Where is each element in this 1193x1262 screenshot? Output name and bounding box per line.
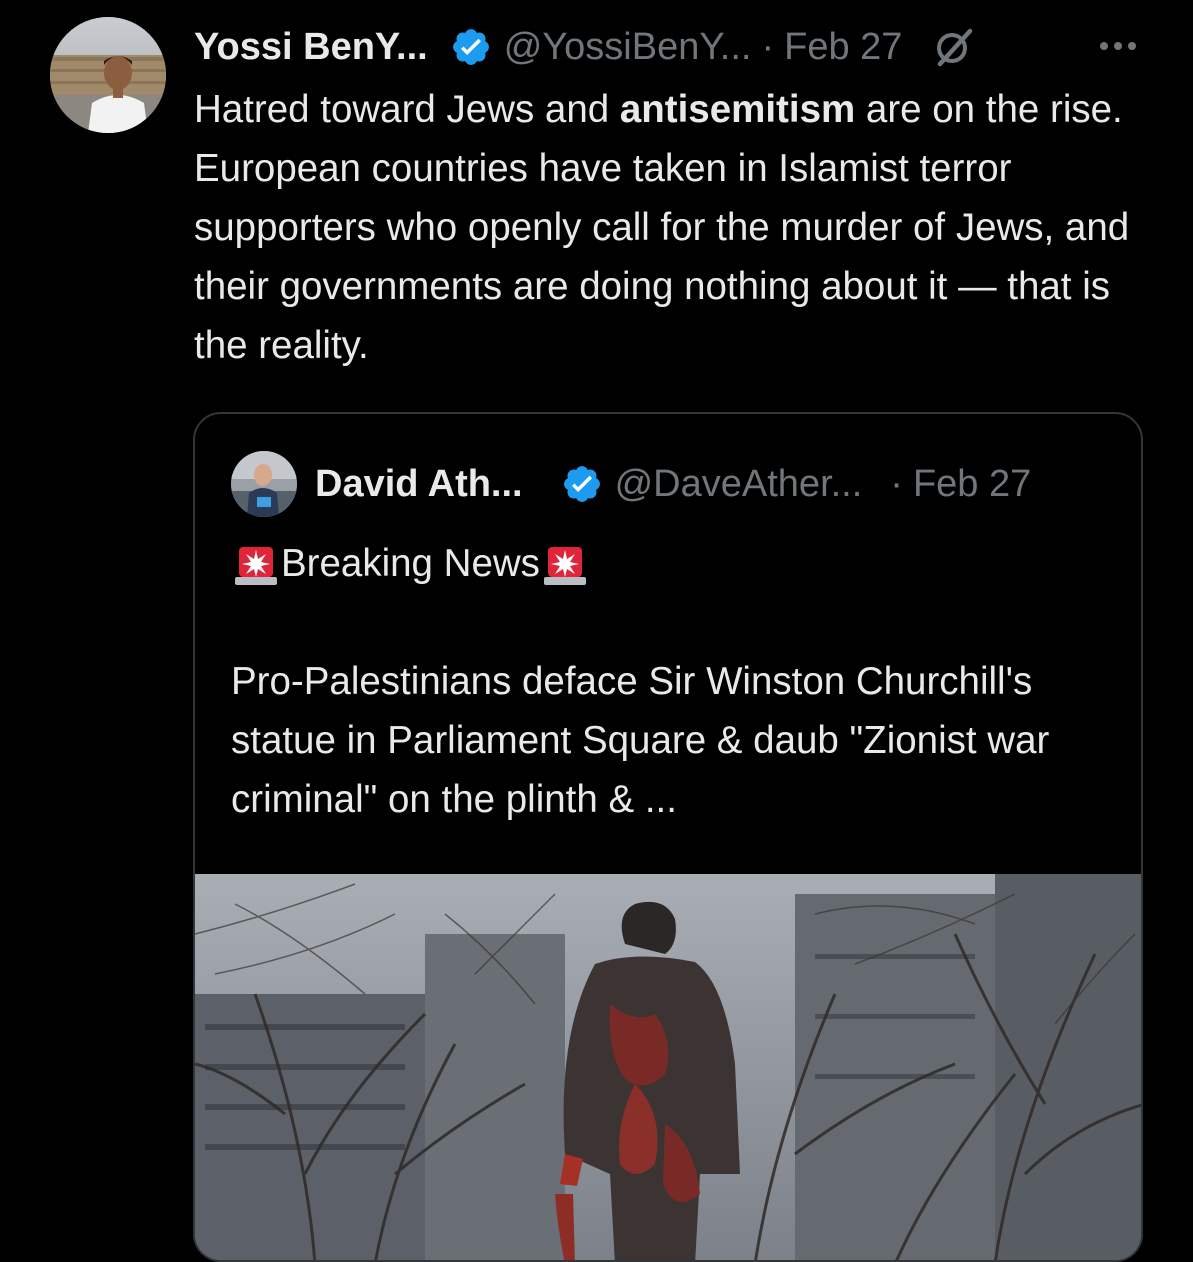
tweet-text-part: Hatred toward Jews and [194, 88, 620, 131]
quoted-tweet-headline: Breaking News [231, 536, 590, 592]
tweet-text: Hatred toward Jews and antisemitism are … [194, 80, 1154, 375]
author-avatar[interactable] [50, 17, 166, 133]
separator-dot: · [890, 462, 903, 505]
quoted-author-name[interactable]: David Ath... [315, 463, 523, 506]
verified-badge-icon[interactable] [450, 26, 492, 68]
quoted-tweet-text: Pro-Palestinians deface Sir Winston Chur… [231, 660, 1050, 821]
tweet-text-hashtag-bold: antisemitism [619, 88, 856, 131]
quoted-author-avatar[interactable] [231, 451, 297, 517]
grok-icon[interactable] [930, 23, 978, 71]
tweet-date[interactable]: Feb 27 [784, 26, 902, 69]
siren-icon [540, 539, 590, 589]
verified-badge-icon[interactable] [561, 463, 603, 505]
author-handle[interactable]: @YossiBenY... [504, 26, 752, 69]
quoted-tweet-card[interactable]: David Ath... @DaveAther... · Feb 27 Brea… [193, 412, 1143, 1262]
quoted-tweet-date[interactable]: Feb 27 [913, 463, 1031, 506]
author-name[interactable]: Yossi BenY... [194, 26, 428, 69]
quoted-author-handle[interactable]: @DaveAther... [615, 463, 863, 506]
statue-photo[interactable] [195, 874, 1141, 1260]
separator-dot: · [761, 25, 775, 68]
more-options-icon[interactable] [1096, 36, 1140, 56]
tweet-header: Yossi BenY... @YossiBenY... · Feb 27 [194, 22, 978, 72]
headline-text: Breaking News [281, 542, 540, 585]
quoted-tweet-header: David Ath... @DaveAther... · Feb 27 [315, 458, 1031, 510]
siren-icon [231, 539, 281, 589]
